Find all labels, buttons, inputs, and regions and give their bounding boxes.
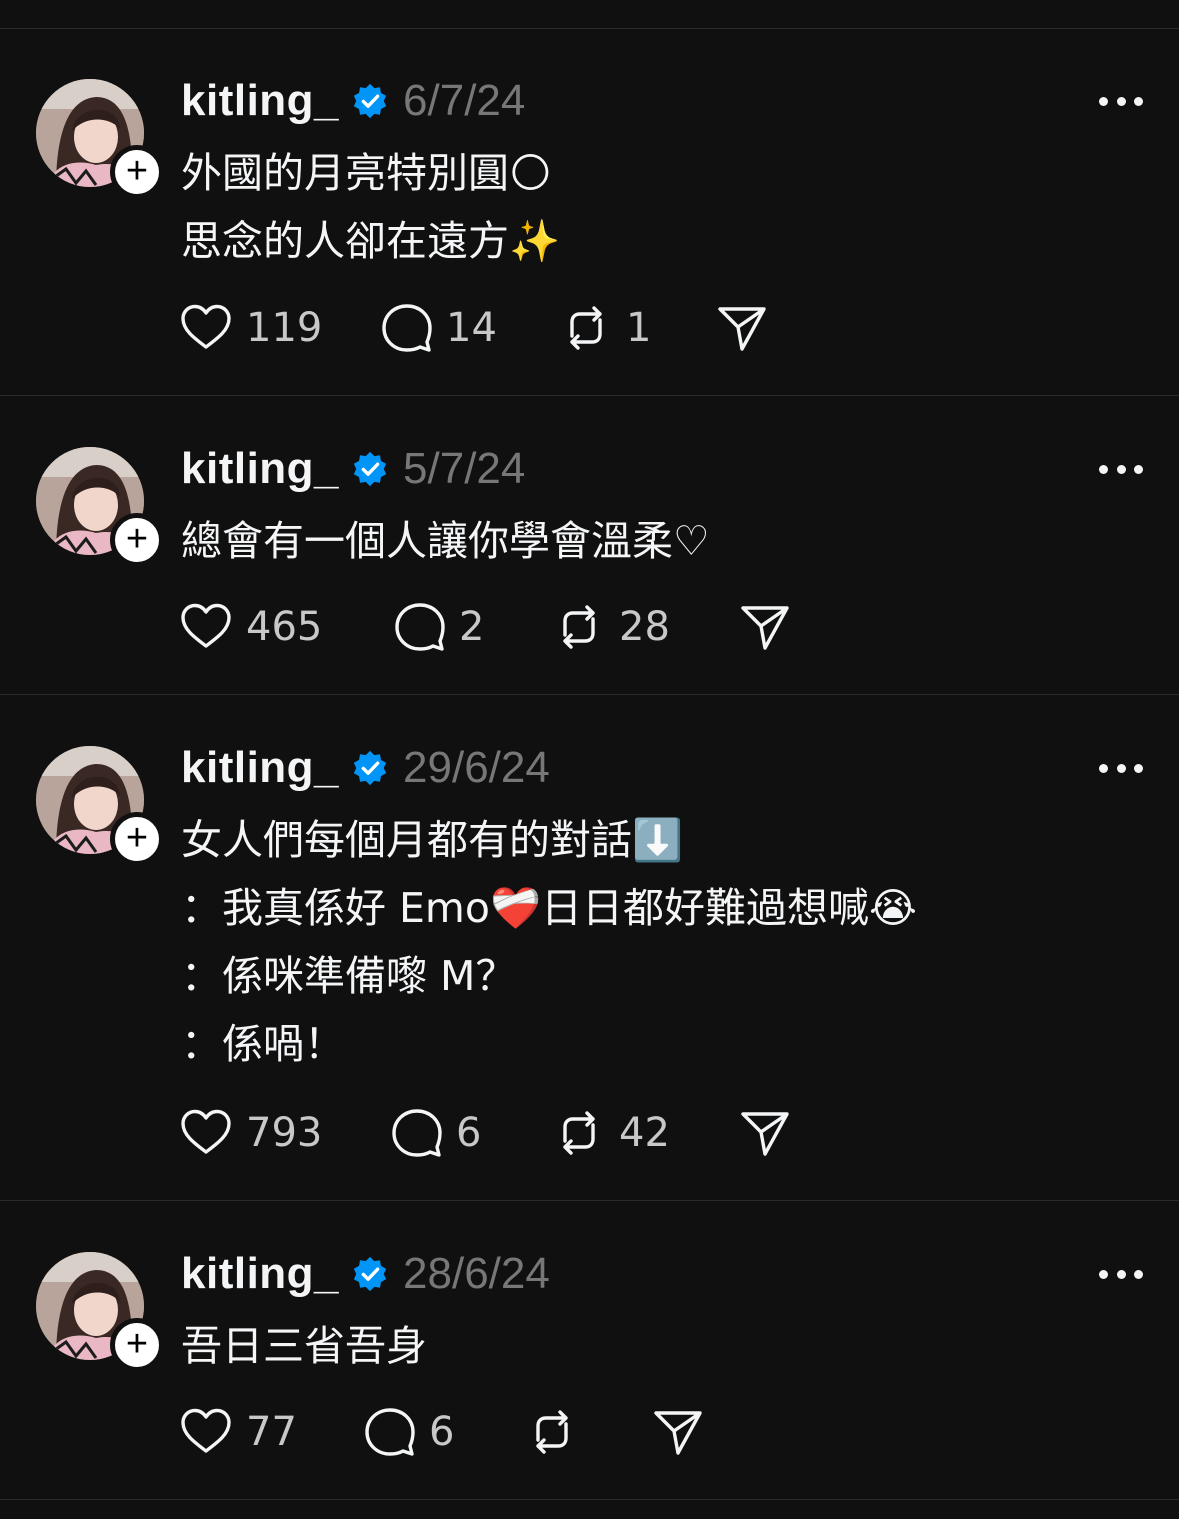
- username[interactable]: kitling_: [181, 76, 339, 126]
- post-text-line: ：係喎！: [181, 1020, 345, 1068]
- reply-button[interactable]: 6: [388, 1105, 481, 1161]
- post-header: kitling_ 28/6/24: [181, 1246, 550, 1302]
- post-header: kitling_ 29/6/24: [181, 740, 550, 796]
- post[interactable]: + kitling_ 29/6/24 女人們每個月都有的對話⬇️ ：我真係好 E…: [0, 696, 1179, 1201]
- repost-button[interactable]: 42: [551, 1105, 670, 1161]
- comment-bubble-icon: [392, 1109, 442, 1157]
- repost-button[interactable]: 28: [551, 599, 670, 655]
- share-button[interactable]: [650, 1404, 706, 1460]
- repost-button[interactable]: [524, 1404, 592, 1460]
- verified-badge-icon: [353, 1256, 387, 1292]
- post-text-line: ：我真係好 Emo❤️‍🩹日日都好難過想喊😭: [181, 884, 917, 932]
- more-options-button[interactable]: [1099, 449, 1143, 489]
- share-button[interactable]: [737, 1105, 793, 1161]
- post-date: 28/6/24: [403, 1249, 550, 1298]
- plus-icon: +: [125, 1322, 149, 1365]
- reply-count: 2: [459, 604, 485, 650]
- share-button[interactable]: [737, 599, 793, 655]
- post-text-line: 吾日三省吾身: [181, 1322, 427, 1370]
- reply-button[interactable]: 14: [378, 300, 497, 356]
- comment-bubble-icon: [382, 304, 432, 352]
- like-count: 465: [246, 604, 323, 650]
- post[interactable]: + kitling_ 6/7/24 外國的月亮特別圓🌕 思念的人卻在遠方✨ 11…: [0, 29, 1179, 396]
- post-header: kitling_ 5/7/24: [181, 441, 525, 497]
- more-options-button[interactable]: [1099, 748, 1143, 788]
- post-text-line: 外國的月亮特別圓🌕: [181, 149, 552, 197]
- like-button[interactable]: 465: [178, 599, 322, 655]
- username[interactable]: kitling_: [181, 444, 339, 494]
- send-icon: [741, 606, 789, 650]
- comment-bubble-icon: [365, 1408, 415, 1456]
- plus-icon: +: [125, 816, 149, 859]
- avatar-container[interactable]: +: [36, 746, 164, 866]
- plus-icon: +: [125, 517, 149, 560]
- heart-icon: [181, 1408, 231, 1453]
- send-icon: [654, 1411, 702, 1455]
- repost-icon: [563, 605, 595, 649]
- more-options-button[interactable]: [1099, 1254, 1143, 1294]
- send-icon: [718, 307, 766, 351]
- follow-button[interactable]: +: [110, 145, 164, 199]
- post[interactable]: + kitling_ 5/7/24 總會有一個人讓你學會溫柔♡ 465 2 28: [0, 397, 1179, 695]
- verified-badge-icon: [353, 83, 387, 119]
- repost-count: 42: [619, 1110, 670, 1156]
- reply-button[interactable]: 2: [391, 599, 484, 655]
- reply-count: 6: [456, 1110, 482, 1156]
- avatar-container[interactable]: +: [36, 79, 164, 199]
- more-dots-icon: [1099, 1269, 1108, 1279]
- reply-button[interactable]: 6: [361, 1404, 454, 1460]
- heart-icon: [181, 304, 231, 349]
- post-date: 5/7/24: [403, 444, 526, 493]
- post-text: 吾日三省吾身: [181, 1312, 1141, 1380]
- post-text-line: 總會有一個人讓你學會溫柔♡: [181, 517, 710, 565]
- more-dots-icon: [1099, 96, 1108, 106]
- repost-icon: [570, 306, 602, 350]
- more-dots-icon: [1099, 763, 1108, 773]
- repost-button[interactable]: 1: [558, 300, 651, 356]
- post[interactable]: + kitling_ 28/6/24 吾日三省吾身 77 6: [0, 1202, 1179, 1500]
- reply-count: 14: [446, 305, 497, 351]
- repost-icon: [563, 1111, 595, 1155]
- post-date: 6/7/24: [403, 76, 526, 125]
- share-button[interactable]: [714, 300, 770, 356]
- post-header: kitling_ 6/7/24: [181, 73, 525, 129]
- like-button[interactable]: 77: [178, 1404, 297, 1460]
- verified-badge-icon: [353, 750, 387, 786]
- repost-icon: [536, 1410, 568, 1454]
- like-count: 77: [246, 1409, 297, 1455]
- follow-button[interactable]: +: [110, 513, 164, 567]
- follow-button[interactable]: +: [110, 812, 164, 866]
- like-count: 793: [246, 1110, 323, 1156]
- like-button[interactable]: 793: [178, 1105, 322, 1161]
- repost-count: 28: [619, 604, 670, 650]
- top-divider: [0, 0, 1179, 29]
- post-date: 29/6/24: [403, 743, 550, 792]
- avatar-container[interactable]: +: [36, 447, 164, 567]
- more-options-button[interactable]: [1099, 81, 1143, 121]
- like-button[interactable]: 119: [178, 300, 322, 356]
- avatar-container[interactable]: +: [36, 1252, 164, 1372]
- post-text-line: 女人們每個月都有的對話⬇️: [181, 816, 684, 864]
- heart-icon: [181, 1109, 231, 1154]
- comment-bubble-icon: [395, 603, 445, 651]
- post-text: 外國的月亮特別圓🌕 思念的人卻在遠方✨: [181, 139, 1141, 275]
- username[interactable]: kitling_: [181, 1249, 339, 1299]
- more-dots-icon: [1099, 464, 1108, 474]
- heart-icon: [181, 603, 231, 648]
- like-count: 119: [246, 305, 323, 351]
- username[interactable]: kitling_: [181, 743, 339, 793]
- post-text-line: ：係咪準備嚟 M？: [181, 952, 517, 1000]
- post-text-line: 思念的人卻在遠方✨: [181, 217, 561, 265]
- post-text: 女人們每個月都有的對話⬇️ ：我真係好 Emo❤️‍🩹日日都好難過想喊😭 ：係咪…: [181, 806, 1141, 1078]
- send-icon: [741, 1112, 789, 1156]
- post-text: 總會有一個人讓你學會溫柔♡: [181, 507, 1141, 575]
- reply-count: 6: [429, 1409, 455, 1455]
- follow-button[interactable]: +: [110, 1318, 164, 1372]
- repost-count: 1: [626, 305, 652, 351]
- verified-badge-icon: [353, 451, 387, 487]
- plus-icon: +: [125, 149, 149, 192]
